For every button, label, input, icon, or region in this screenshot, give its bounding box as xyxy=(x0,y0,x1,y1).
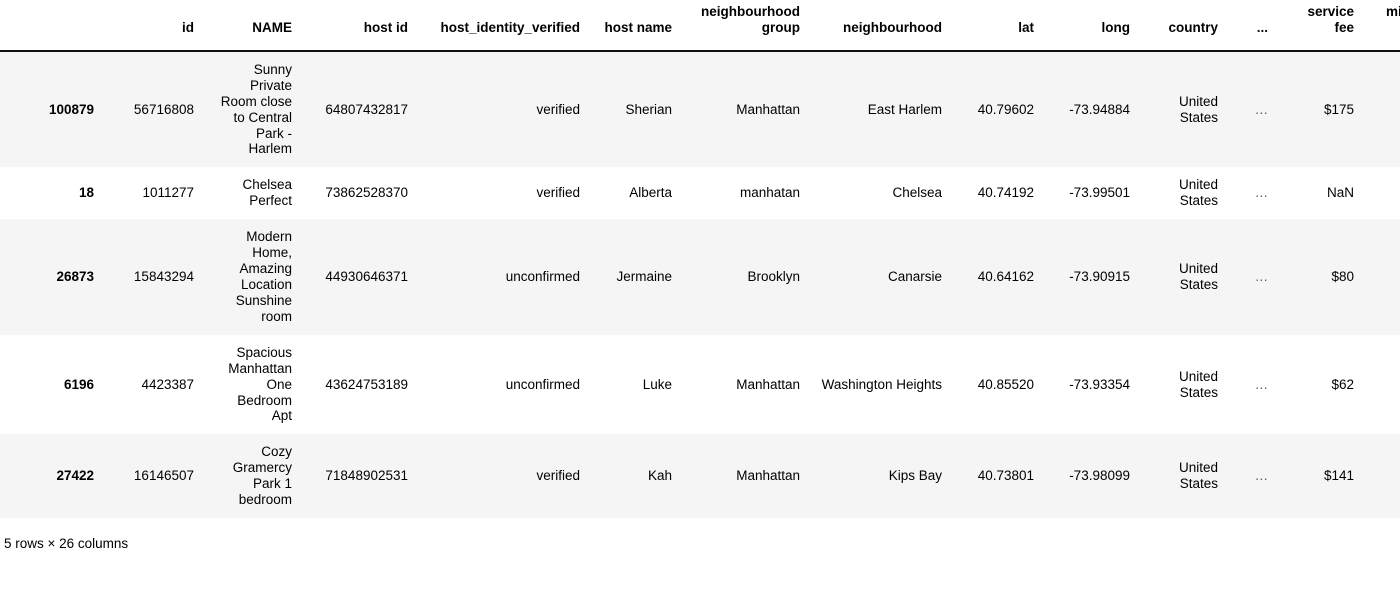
cell-country: United States xyxy=(1178,368,1218,400)
cell-truncated: ... xyxy=(1255,101,1268,117)
cell-host_identity_verified: verified xyxy=(536,468,580,484)
row-index-cell: 6196 xyxy=(63,376,94,392)
cell-id: 4423387 xyxy=(141,376,194,392)
cell-neighbourhood_group: Brooklyn xyxy=(747,269,800,285)
table-row: 26873 15843294 Modern Home, Amazing Locati… xyxy=(0,219,1400,335)
cell-id: 15843294 xyxy=(133,269,194,285)
row-index-cell: 100879 xyxy=(48,101,94,117)
column-header-host_identity_verified: host_identity_verified xyxy=(418,0,590,52)
cell-id: 56716808 xyxy=(133,101,194,117)
table-row: 6196 4423387 Spacious Manhattan One Bedroo… xyxy=(0,334,1400,435)
cell-service_fee: NaN xyxy=(1326,185,1354,201)
cell-country: United States xyxy=(1178,460,1218,492)
cell-id: 1011277 xyxy=(142,185,194,201)
cell-minimum_nights: 1.0 xyxy=(1364,167,1400,219)
cell-truncated: ... xyxy=(1255,185,1268,201)
cell-long: -73.94884 xyxy=(1069,101,1130,117)
cell-id: 16146507 xyxy=(133,468,194,484)
cell-host_id: 73862528370 xyxy=(325,185,408,201)
cell-host_name: Kah xyxy=(647,468,672,484)
cell-lat: 40.85520 xyxy=(977,376,1034,392)
cell-neighbourhood: Canarsie xyxy=(887,269,942,285)
cell-service_fee: $141 xyxy=(1323,468,1354,484)
cell-truncated: ... xyxy=(1255,468,1268,484)
cell-service_fee: $175 xyxy=(1323,101,1354,117)
column-header-lat: lat xyxy=(952,0,1044,52)
column-header-long: long xyxy=(1044,0,1140,52)
column-header-id: id xyxy=(104,0,204,52)
cell-name: Spacious Manhattan One Bedroom Apt xyxy=(228,344,292,424)
cell-lat: 40.64162 xyxy=(977,269,1034,285)
cell-host_name: Luke xyxy=(642,376,672,392)
cell-host_name: Sherian xyxy=(625,101,672,117)
cell-host_identity_verified: verified xyxy=(536,185,580,201)
cell-country: United States xyxy=(1178,177,1218,209)
cell-minimum_nights: 3.0 xyxy=(1364,219,1400,335)
column-header-service_fee: service fee xyxy=(1278,0,1364,52)
cell-host_id: 64807432817 xyxy=(325,101,408,117)
cell-host_name: Jermaine xyxy=(616,269,672,285)
table-body: 100879 56716808 Sunny Private Room close t… xyxy=(0,50,1400,519)
column-header-truncated: ... xyxy=(1228,0,1278,52)
row-index-cell: 26873 xyxy=(56,269,94,285)
cell-truncated: ... xyxy=(1255,269,1268,285)
cell-long: -73.93354 xyxy=(1069,376,1130,392)
column-header-host_name: host name xyxy=(590,0,682,52)
dataframe-shape-caption: 5 rows × 26 columns xyxy=(4,536,129,552)
column-header-country: country xyxy=(1140,0,1228,52)
cell-name: Sunny Private Room close to Central Park… xyxy=(220,61,292,157)
cell-host_identity_verified: verified xyxy=(536,101,580,117)
cell-host_id: 71848902531 xyxy=(325,468,408,484)
cell-lat: 40.73801 xyxy=(977,468,1034,484)
column-header-neighbourhood_group: neighbourhood group xyxy=(682,0,810,52)
cell-neighbourhood_group: Manhattan xyxy=(736,376,800,392)
table-row: 18 1011277 Chelsea Perfect 73862528370 verif… xyxy=(0,167,1400,220)
cell-name: Chelsea Perfect xyxy=(242,177,292,209)
cell-lat: 40.74192 xyxy=(977,185,1034,201)
column-header-neighbourhood: neighbourhood xyxy=(810,0,952,52)
table-header-row: id NAME host id host_identity_verified host … xyxy=(0,0,1400,52)
cell-long: -73.98099 xyxy=(1069,468,1130,484)
cell-lat: 40.79602 xyxy=(977,101,1034,117)
cell-neighbourhood: Kips Bay xyxy=(888,468,942,484)
column-header-host_id: host id xyxy=(302,0,418,52)
cell-country: United States xyxy=(1178,261,1218,292)
cell-host_id: 44930646371 xyxy=(325,269,408,285)
cell-country: United States xyxy=(1178,93,1218,125)
cell-host_identity_verified: unconfirmed xyxy=(505,269,580,285)
column-header-name: NAME xyxy=(204,0,302,52)
row-index-cell: 27422 xyxy=(56,468,94,484)
cell-neighbourhood_group: manhatan xyxy=(739,185,800,201)
column-header-minimum_nights: minimum nights xyxy=(1364,0,1400,52)
dataframe-output: id NAME host id host_identity_verified host … xyxy=(0,0,1400,551)
column-header-index xyxy=(0,0,104,52)
cell-neighbourhood_group: Manhattan xyxy=(736,468,800,484)
cell-service_fee: $80 xyxy=(1331,269,1354,285)
cell-host_id: 43624753189 xyxy=(325,376,408,392)
cell-host_identity_verified: unconfirmed xyxy=(505,376,580,392)
dataframe-table: id NAME host id host_identity_verified host … xyxy=(0,0,1400,519)
cell-truncated: ... xyxy=(1255,376,1268,392)
cell-service_fee: $62 xyxy=(1331,376,1354,392)
cell-neighbourhood: Washington Heights xyxy=(821,376,942,392)
table-header: id NAME host id host_identity_verified host … xyxy=(0,0,1400,52)
cell-minimum_nights: 3.0 xyxy=(1364,434,1400,518)
row-index-cell: 18 xyxy=(78,185,94,201)
table-row: 27422 16146507 Cozy Gramercy Park 1 bedroo… xyxy=(0,434,1400,519)
cell-name: Cozy Gramercy Park 1 bedroom xyxy=(232,444,292,508)
table-row: 100879 56716808 Sunny Private Room close t… xyxy=(0,50,1400,168)
cell-name: Modern Home, Amazing Location Sunshine r… xyxy=(235,229,292,324)
cell-neighbourhood: Chelsea xyxy=(892,185,942,201)
cell-neighbourhood: East Harlem xyxy=(867,101,942,117)
cell-minimum_nights: 1.0 xyxy=(1364,335,1400,435)
cell-neighbourhood_group: Manhattan xyxy=(736,101,800,117)
cell-minimum_nights: 1.0 xyxy=(1364,51,1400,168)
cell-long: -73.99501 xyxy=(1069,185,1130,201)
cell-long: -73.90915 xyxy=(1069,269,1130,285)
cell-host_name: Alberta xyxy=(629,185,672,201)
